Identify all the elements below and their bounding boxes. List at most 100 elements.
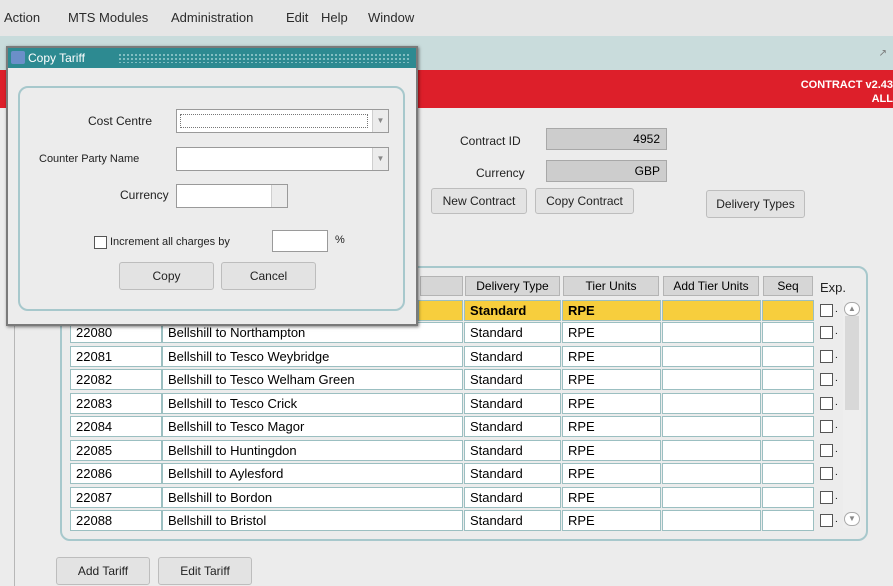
menu-mts-modules[interactable]: MTS Modules	[68, 10, 148, 25]
exp-checkbox[interactable]	[820, 443, 833, 457]
row-seq[interactable]	[762, 416, 814, 437]
row-id[interactable]: 22083	[70, 392, 162, 414]
counter-party-combo[interactable]: ▼	[176, 147, 389, 171]
row-add-tier-units[interactable]	[662, 345, 761, 367]
scroll-thumb[interactable]	[845, 316, 859, 410]
row-tier-units[interactable]: RPE	[562, 463, 661, 484]
increment-input[interactable]	[272, 230, 328, 252]
contract-id-field[interactable]: 4952	[546, 128, 667, 150]
cancel-button[interactable]: Cancel	[221, 262, 316, 290]
row-tier-units[interactable]: RPE	[562, 486, 661, 508]
row-add-tier-units[interactable]	[662, 369, 761, 390]
row-name[interactable]: Bellshill to Tesco Crick	[162, 392, 463, 414]
increment-checkbox[interactable]	[94, 236, 107, 249]
row-delivery-type[interactable]: Standard	[464, 322, 561, 343]
row-seq[interactable]	[762, 486, 814, 508]
selected-row-tier-units[interactable]: RPE	[562, 300, 661, 321]
row-tier-units[interactable]: RPE	[562, 416, 661, 437]
selected-row-seq[interactable]	[762, 300, 814, 321]
chevron-down-icon[interactable]: ▼	[372, 148, 388, 170]
exp-checkbox[interactable]	[820, 467, 833, 480]
row-seq[interactable]	[762, 510, 814, 531]
row-name[interactable]: Bellshill to Tesco Weybridge	[162, 345, 463, 367]
row-add-tier-units[interactable]	[662, 486, 761, 508]
row-add-tier-units[interactable]	[662, 322, 761, 343]
new-contract-button[interactable]: New Contract	[431, 188, 527, 214]
exp-checkbox[interactable]	[820, 514, 833, 527]
menu-administration[interactable]: Administration	[171, 10, 253, 25]
chevron-down-icon[interactable]: ▼	[372, 110, 388, 132]
row-id[interactable]: 22081	[70, 345, 162, 367]
row-tier-units[interactable]: RPE	[562, 510, 661, 531]
delivery-types-button[interactable]: Delivery Types	[706, 190, 805, 218]
row-delivery-type[interactable]: Standard	[464, 439, 561, 461]
row-delivery-type[interactable]: Standard	[464, 369, 561, 390]
row-tier-units[interactable]: RPE	[562, 345, 661, 367]
edit-tariff-button[interactable]: Edit Tariff	[158, 557, 252, 585]
row-id[interactable]: 22085	[70, 439, 162, 461]
row-seq[interactable]	[762, 392, 814, 414]
exp-checkbox[interactable]	[820, 326, 833, 339]
cost-centre-combo[interactable]: ▼	[176, 109, 389, 133]
selected-row-add-tier-units[interactable]	[662, 300, 761, 321]
menu-edit[interactable]: Edit	[286, 10, 308, 25]
column-header-add-tier-units[interactable]: Add Tier Units	[663, 276, 759, 296]
row-name[interactable]: Bellshill to Tesco Welham Green	[162, 369, 463, 390]
currency-field[interactable]: GBP	[546, 160, 667, 182]
chevron-down-icon[interactable]	[271, 185, 287, 207]
row-id[interactable]: 22086	[70, 463, 162, 484]
selected-row-name[interactable]	[418, 300, 463, 321]
row-tier-units[interactable]: RPE	[562, 439, 661, 461]
row-tier-units[interactable]: RPE	[562, 369, 661, 390]
add-tariff-button[interactable]: Add Tariff	[56, 557, 150, 585]
row-delivery-type[interactable]: Standard	[464, 416, 561, 437]
exp-checkbox[interactable]	[820, 304, 833, 317]
restore-icon[interactable]: ↗	[879, 48, 887, 59]
row-add-tier-units[interactable]	[662, 439, 761, 461]
copy-button[interactable]: Copy	[119, 262, 214, 290]
row-add-tier-units[interactable]	[662, 416, 761, 437]
row-seq[interactable]	[762, 322, 814, 343]
menu-action[interactable]: Action	[4, 10, 40, 25]
row-delivery-type[interactable]: Standard	[464, 486, 561, 508]
row-id[interactable]: 22084	[70, 416, 162, 437]
row-delivery-type[interactable]: Standard	[464, 463, 561, 484]
row-seq[interactable]	[762, 369, 814, 390]
row-tier-units[interactable]: RPE	[562, 322, 661, 343]
row-tier-units[interactable]: RPE	[562, 392, 661, 414]
row-id[interactable]: 22087	[70, 486, 162, 508]
dialog-currency-combo[interactable]	[176, 184, 288, 208]
row-add-tier-units[interactable]	[662, 463, 761, 484]
table-scrollbar[interactable]: ▲ ▼	[843, 300, 861, 528]
menu-help[interactable]: Help	[321, 10, 348, 25]
scroll-up-icon[interactable]: ▲	[844, 302, 860, 316]
row-add-tier-units[interactable]	[662, 392, 761, 414]
copy-contract-button[interactable]: Copy Contract	[535, 188, 634, 214]
row-seq[interactable]	[762, 345, 814, 367]
column-header-tier-units[interactable]: Tier Units	[563, 276, 659, 296]
column-header-delivery-type[interactable]: Delivery Type	[465, 276, 560, 296]
row-name[interactable]: Bellshill to Tesco Magor	[162, 416, 463, 437]
row-seq[interactable]	[762, 439, 814, 461]
exp-checkbox[interactable]	[820, 396, 833, 410]
row-add-tier-units[interactable]	[662, 510, 761, 531]
column-header-seq[interactable]: Seq	[763, 276, 813, 296]
scroll-down-icon[interactable]: ▼	[844, 512, 860, 526]
menu-window[interactable]: Window	[368, 10, 414, 25]
dialog-title-bar[interactable]: Copy Tariff	[8, 48, 416, 68]
exp-checkbox[interactable]	[820, 349, 833, 363]
exp-checkbox[interactable]	[820, 373, 833, 386]
row-id[interactable]: 22088	[70, 510, 162, 531]
row-name[interactable]: Bellshill to Bordon	[162, 486, 463, 508]
row-delivery-type[interactable]: Standard	[464, 345, 561, 367]
row-seq[interactable]	[762, 463, 814, 484]
row-name[interactable]: Bellshill to Aylesford	[162, 463, 463, 484]
selected-row-delivery-type[interactable]: Standard	[464, 300, 561, 321]
exp-checkbox[interactable]	[820, 420, 833, 433]
row-delivery-type[interactable]: Standard	[464, 510, 561, 531]
row-name[interactable]: Bellshill to Bristol	[162, 510, 463, 531]
row-delivery-type[interactable]: Standard	[464, 392, 561, 414]
exp-checkbox[interactable]	[820, 490, 833, 504]
row-name[interactable]: Bellshill to Huntingdon	[162, 439, 463, 461]
row-id[interactable]: 22082	[70, 369, 162, 390]
